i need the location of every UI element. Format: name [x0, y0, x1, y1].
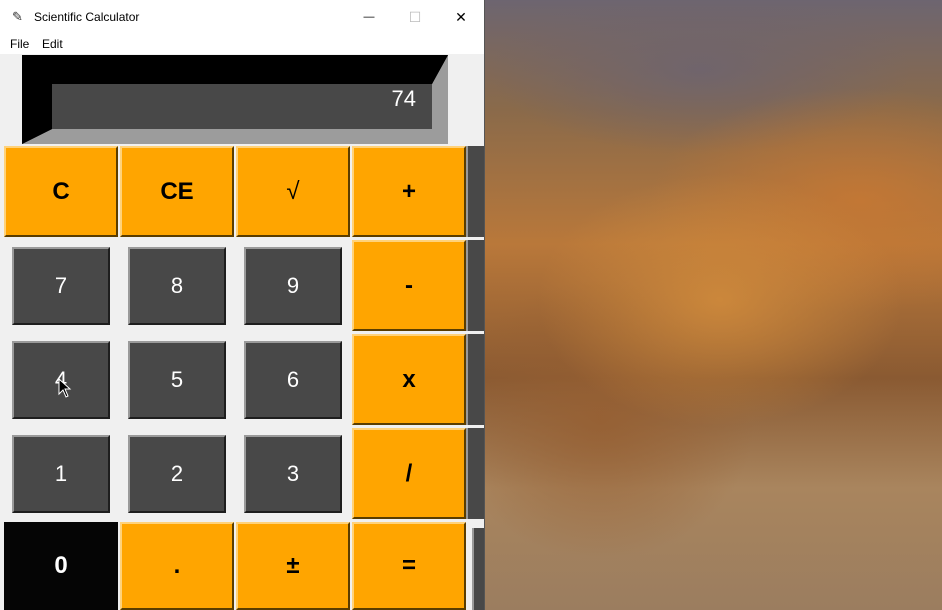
result-display: 74 [52, 84, 432, 129]
hidden-column-button[interactable] [472, 528, 484, 610]
digit-0-button[interactable]: 0 [4, 522, 118, 610]
close-button[interactable]: ✕ [438, 0, 484, 34]
hidden-column-button[interactable] [466, 240, 484, 331]
decimal-button[interactable]: . [120, 522, 234, 610]
hidden-column-button[interactable] [466, 146, 484, 237]
window-title: Scientific Calculator [34, 10, 140, 24]
menu-file[interactable]: File [10, 37, 29, 51]
clear-button[interactable]: C [4, 146, 118, 237]
digit-7-button[interactable]: 7 [12, 247, 110, 325]
hidden-column-button[interactable] [466, 334, 484, 425]
plus-minus-button[interactable]: ± [236, 522, 350, 610]
minimize-icon: — [363, 11, 375, 23]
maximize-icon: ☐ [408, 8, 422, 25]
close-icon: ✕ [455, 8, 467, 25]
equals-button[interactable]: = [352, 522, 466, 610]
digit-9-button[interactable]: 9 [244, 247, 342, 325]
hidden-column-button[interactable] [466, 428, 484, 519]
calculator-window: ✎ Scientific Calculator — ☐ ✕ File Edit … [0, 0, 484, 610]
menu-edit[interactable]: Edit [42, 37, 63, 51]
maximize-button[interactable]: ☐ [392, 0, 438, 34]
digit-5-button[interactable]: 5 [128, 341, 226, 419]
mouse-cursor-icon [58, 378, 72, 398]
digit-6-button[interactable]: 6 [244, 341, 342, 419]
digit-2-button[interactable]: 2 [128, 435, 226, 513]
plus-button[interactable]: + [352, 146, 466, 237]
digit-1-button[interactable]: 1 [12, 435, 110, 513]
minus-button[interactable]: - [352, 240, 466, 331]
sqrt-button[interactable]: √ [236, 146, 350, 237]
feather-icon: ✎ [12, 9, 23, 24]
clear-entry-button[interactable]: CE [120, 146, 234, 237]
multiply-button[interactable]: x [352, 334, 466, 425]
title-bar[interactable]: ✎ Scientific Calculator — ☐ ✕ [0, 0, 484, 34]
menu-bar: File Edit [0, 34, 484, 54]
divide-button[interactable]: / [352, 428, 466, 519]
digit-3-button[interactable]: 3 [244, 435, 342, 513]
minimize-button[interactable]: — [346, 0, 392, 34]
digit-8-button[interactable]: 8 [128, 247, 226, 325]
